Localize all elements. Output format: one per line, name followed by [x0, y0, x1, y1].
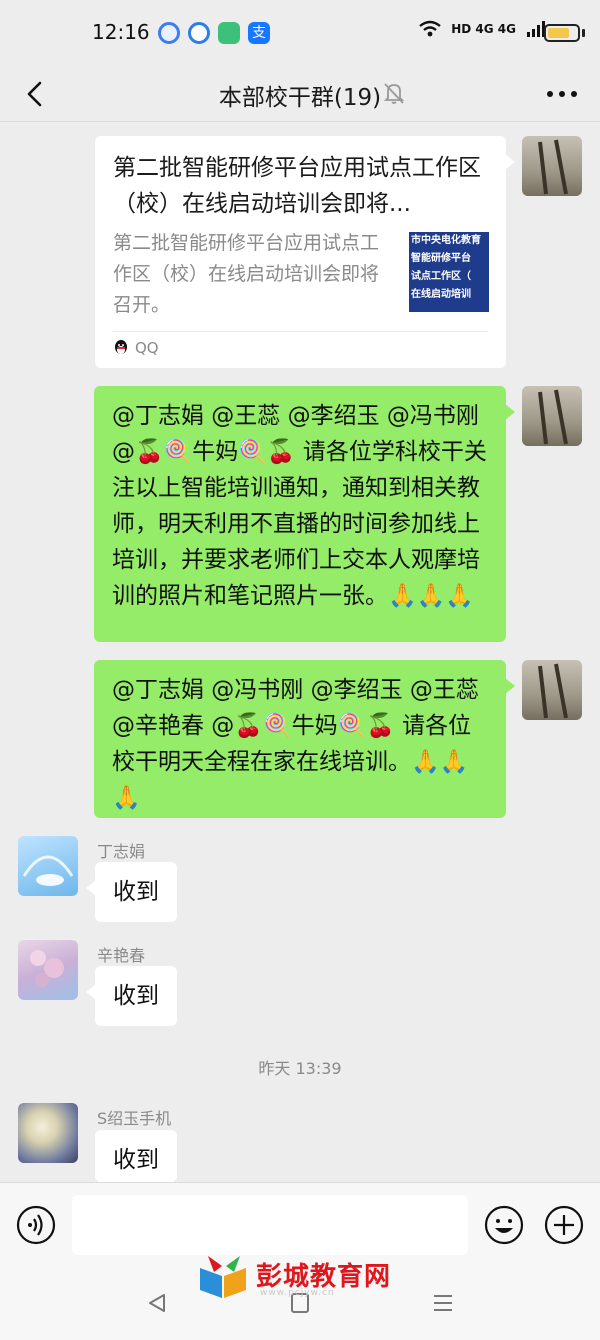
shared-link-card[interactable]: 第二批智能研修平台应用试点工作区（校）在线启动培训会即将... 第二批智能研修平… [95, 136, 515, 368]
card-source-label: QQ [135, 339, 159, 357]
my-avatar[interactable] [522, 136, 582, 196]
sender-avatar[interactable] [18, 836, 78, 896]
wifi-icon [419, 20, 441, 37]
message-text: 收到 [113, 879, 159, 905]
chat-timestamp: 昨天 13:39 [258, 1059, 342, 1078]
message-bubble[interactable]: 收到 [86, 862, 177, 922]
battery-tip [582, 29, 585, 37]
message-bubble[interactable]: 收到 [86, 966, 177, 1026]
my-avatar[interactable] [522, 386, 582, 446]
sender-name: S绍玉手机 [97, 1109, 172, 1128]
plus-icon[interactable] [544, 1205, 584, 1245]
alipay-icon: 支 [248, 22, 270, 44]
nav-back-icon[interactable] [146, 1292, 168, 1314]
sender-avatar[interactable] [18, 1103, 78, 1163]
mute-bell-icon [383, 83, 405, 104]
battery-icon [544, 24, 580, 42]
card-title: 第二批智能研修平台应用试点工作区（校）在线启动培训会即将... [113, 155, 481, 217]
card-thumbnail: 市中央电化教育 智能研修平台 试点工作区（ 在线启动培训 [409, 232, 489, 312]
message-text: @丁志娟 @王蕊 @李绍玉 @冯书刚 @🍒🍭牛妈🍭🍒 请各位学科校干关注以上智能… [112, 403, 487, 609]
card-source: QQ [113, 339, 159, 357]
app-icon-1 [158, 22, 180, 44]
watermark-logo-icon [200, 1256, 246, 1298]
message-bubble[interactable]: 收到 [95, 1130, 177, 1182]
sender-name: 丁志娟 [97, 842, 146, 861]
message-bubble[interactable]: @丁志娟 @王蕊 @李绍玉 @冯书刚 @🍒🍭牛妈🍭🍒 请各位学科校干关注以上智能… [94, 386, 515, 642]
status-time: 12:16 [92, 20, 150, 44]
my-avatar[interactable] [522, 660, 582, 720]
thumb-line: 智能研修平台 [411, 253, 471, 264]
thumb-line: 在线启动培训 [411, 289, 471, 300]
message-input[interactable] [72, 1195, 468, 1255]
card-divider [113, 331, 488, 332]
network-label: HD 4G 4G [451, 22, 516, 36]
thumb-line: 市中央电化教育 [411, 235, 481, 246]
status-bar: 12:16 支 HD 4G 4G [0, 0, 600, 66]
network-indicators: HD 4G 4G [419, 20, 548, 38]
card-description: 第二批智能研修平台应用试点工作区（校）在线启动培训会即将召开。 [113, 232, 380, 316]
qq-icon [115, 340, 127, 354]
thumb-line: 试点工作区（ [411, 271, 471, 282]
chat-title: 本部校干群(19) [218, 85, 382, 111]
nav-menu-icon[interactable] [432, 1292, 454, 1314]
voice-icon[interactable] [16, 1205, 56, 1245]
site-watermark: 彭城教育网 www.pcjyw.cn [196, 1252, 426, 1304]
chat-header: 本部校干群(19) [0, 66, 600, 122]
app-icon-3 [218, 22, 240, 44]
message-text: @丁志娟 @冯书刚 @李绍玉 @王蕊 @辛艳春 @🍒🍭牛妈🍭🍒 请各位校干明天全… [112, 677, 479, 811]
message-text: 收到 [113, 983, 159, 1009]
watermark-url: www.pcjyw.cn [260, 1288, 335, 1298]
message-text: 收到 [113, 1147, 159, 1173]
more-icon[interactable] [542, 76, 582, 112]
sender-avatar[interactable] [18, 940, 78, 1000]
app-icon-2 [188, 22, 210, 44]
sender-name: 辛艳春 [97, 946, 146, 965]
emoji-icon[interactable] [484, 1205, 524, 1245]
message-bubble[interactable]: @丁志娟 @冯书刚 @李绍玉 @王蕊 @辛艳春 @🍒🍭牛妈🍭🍒 请各位校干明天全… [94, 660, 515, 818]
